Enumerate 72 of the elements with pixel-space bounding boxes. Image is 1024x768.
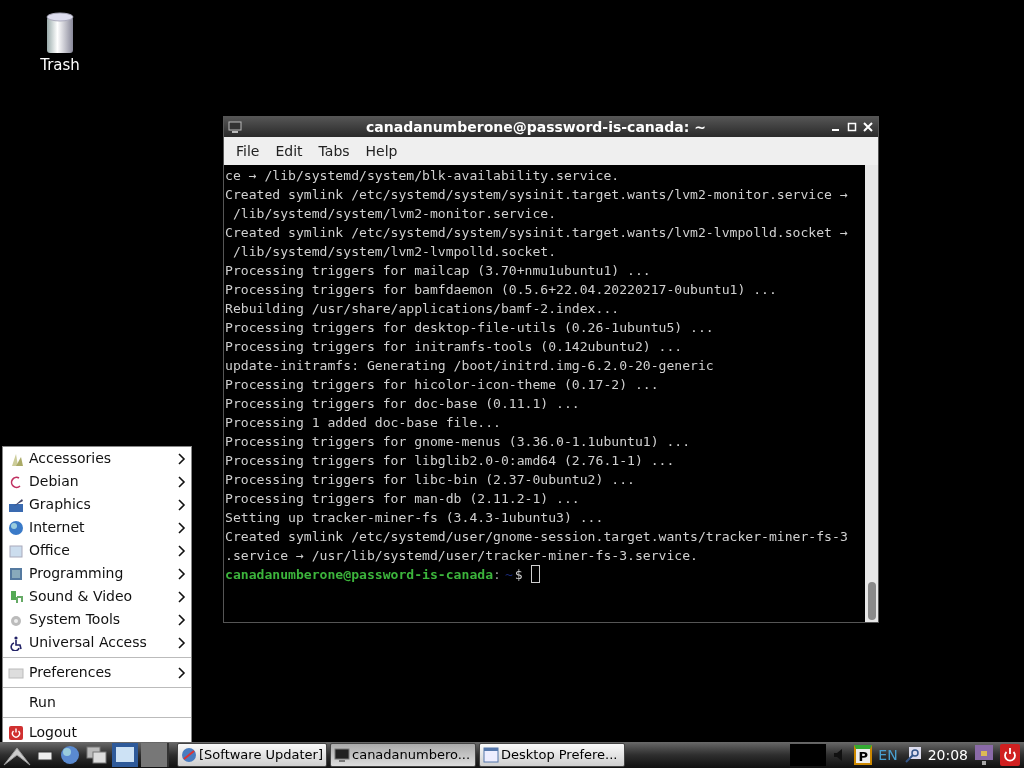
terminal-output-line: Processing triggers for bamfdaemon (0.5.6+22.04.20220217-0ubuntu1) ... — [225, 281, 778, 299]
menu-item[interactable]: Edit — [267, 140, 311, 162]
clock[interactable]: 20:08 — [927, 744, 968, 766]
globe-icon[interactable] — [58, 744, 82, 766]
terminal-output-line: Processing triggers for libglib2.0-0:amd64 (2.76.1-1) ... — [225, 452, 676, 470]
power-icon — [8, 724, 24, 741]
menu-item[interactable]: Graphics — [3, 493, 191, 516]
terminal-icon — [228, 121, 242, 133]
close-icon[interactable] — [862, 121, 874, 133]
menu-item[interactable]: Debian — [3, 470, 191, 493]
taskbar-button[interactable]: [Software Updater] — [177, 743, 327, 767]
menu-item[interactable]: Preferences — [3, 661, 191, 684]
menu-item[interactable]: Office — [3, 539, 191, 562]
terminal-output-line: /lib/systemd/system/lvm2-lvmpolld.socket. — [231, 243, 558, 261]
taskbar-button[interactable]: canadanumbero... — [330, 743, 476, 767]
desktop-icon-label[interactable]: Trash — [40, 56, 80, 74]
prompt-path: ~ — [503, 566, 513, 584]
updater-globe-icon — [181, 747, 197, 763]
terminal-output-line: update-initramfs: Generating /boot/initrd.img-6.2.0-20-generic — [225, 357, 715, 375]
menu-item[interactable]: System Tools — [3, 608, 191, 631]
terminal-output-line: Processing 1 added doc-base file... — [225, 414, 502, 432]
terminal-output-line: Processing triggers for libc-bin (2.37-0ubuntu2) ... — [225, 471, 636, 489]
terminal-output-line: Created symlink /etc/systemd/system/sysinit.target.wants/lvm2-lvmpolld.socket → — [225, 224, 849, 242]
power-icon[interactable] — [1000, 744, 1020, 766]
terminal-output-line: Processing triggers for doc-base (0.11.1) ... — [225, 395, 581, 413]
prompt-symbol: $ — [513, 566, 523, 584]
magnifier-icon[interactable] — [903, 746, 922, 764]
menu-item[interactable]: Run — [3, 691, 191, 714]
menu-item[interactable]: Universal Access — [3, 631, 191, 654]
terminal-output-line: Processing triggers for gnome-menus (3.36.0-1.1ubuntu1) ... — [225, 433, 692, 451]
terminal-output-line: Created symlink /etc/systemd/system/sysinit.target.wants/lvm2-monitor.service → — [225, 186, 849, 204]
menu-item[interactable]: Tabs — [310, 140, 358, 162]
desktop-icon[interactable] — [112, 743, 138, 767]
maximize-icon[interactable] — [846, 121, 858, 133]
terminal-output-line: Processing triggers for man-db (2.11.2-1) ... — [225, 490, 581, 508]
menu-item[interactable]: Sound & Video — [3, 585, 191, 608]
menu-item[interactable]: Help — [357, 140, 406, 162]
wheelchair-icon — [8, 634, 24, 651]
terminal-output-line: Setting up tracker-miner-fs (3.4.3-1ubuntu3) ... — [225, 509, 605, 527]
picture-icon — [8, 496, 24, 513]
terminal-output-line: Rebuilding /usr/share/applications/bamf-2.index... — [225, 300, 621, 318]
terminal-output-line: Processing triggers for hicolor-icon-theme (0.17-2) ... — [225, 376, 660, 394]
clipboard-indicator[interactable]: P — [854, 745, 873, 765]
pager-slot[interactable] — [141, 743, 169, 767]
terminal-output-line: .service → /usr/lib/systemd/user/tracker-miner-fs-3.service. — [225, 547, 699, 565]
terminal-output-line: ce → /lib/systemd/system/blk-availability.service. — [225, 167, 621, 185]
scrollbar-thumb[interactable] — [867, 582, 876, 620]
monitor-icon — [334, 747, 350, 763]
terminal-output-line: Created symlink /etc/systemd/user/gnome-session.target.wants/tracker-miner-fs-3 — [225, 528, 849, 546]
trash-can-icon[interactable] — [44, 12, 76, 54]
square-icon — [8, 565, 24, 582]
menu-item[interactable]: Programming — [3, 562, 191, 585]
terminal-output-line: Processing triggers for mailcap (3.70+nmu1ubuntu1) ... — [225, 262, 652, 280]
menu-item[interactable]: Accessories — [3, 447, 191, 470]
window-icon — [483, 747, 499, 763]
prompt-separator: : — [493, 566, 501, 584]
windows-icon[interactable] — [85, 744, 109, 766]
terminal-output-line: Processing triggers for initramfs-tools (0.142ubuntu2) ... — [225, 338, 684, 356]
scrollbar[interactable] — [865, 165, 878, 622]
keyboard-layout-indicator[interactable]: EN — [878, 744, 898, 766]
text-cursor — [530, 565, 540, 583]
menu-item[interactable]: File — [228, 140, 268, 162]
terminal-output-line: Processing triggers for desktop-file-utils (0.26-1ubuntu5) ... — [225, 319, 715, 337]
lock-screen-icon[interactable] — [974, 744, 994, 766]
taskbar-button[interactable]: Desktop Prefere... — [479, 743, 625, 767]
globe-icon — [8, 519, 24, 536]
terminal-output-line: /lib/systemd/system/lvm2-monitor.service. — [231, 205, 558, 223]
music-note-icon — [8, 588, 24, 605]
menu-item[interactable]: Internet — [3, 516, 191, 539]
window-title: canadanumberone@password-is-canada: ~ — [365, 117, 707, 137]
prompt-user-host: canadanumberone@password-is-canada — [225, 566, 494, 584]
tray-block — [790, 744, 827, 766]
